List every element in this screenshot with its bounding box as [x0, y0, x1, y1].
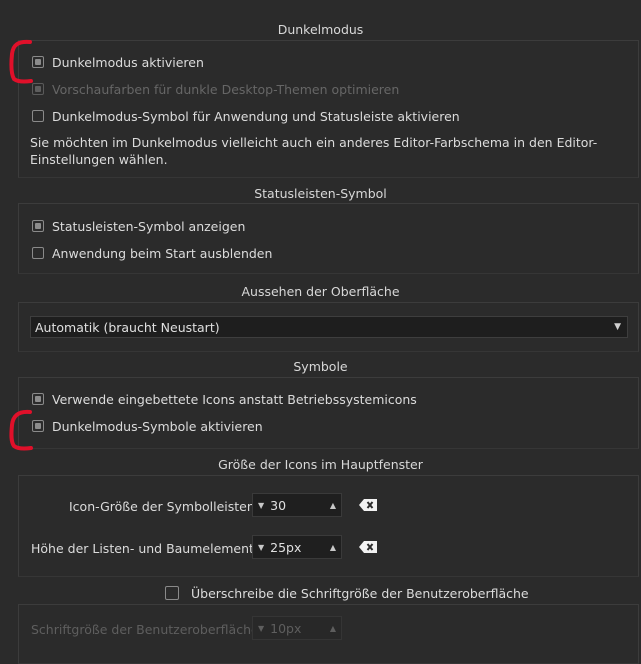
group-title-symbols: Symbole: [293, 359, 348, 374]
font-size-spinbox: ▼ 10px ▲: [252, 616, 342, 640]
group-title-appearance: Aussehen der Oberfläche: [241, 284, 400, 299]
checkbox-label: Dunkelmodus-Symbole aktivieren: [52, 418, 263, 434]
checkbox-show-statusbar-icon[interactable]: Statusleisten-Symbol anzeigen: [32, 217, 245, 235]
checkbox-override-font-size[interactable]: Überschreibe die Schriftgröße der Benutz…: [165, 584, 529, 602]
spin-up-icon[interactable]: ▲: [330, 543, 336, 552]
spin-value: 25px: [270, 539, 302, 555]
checkbox-hide-on-start[interactable]: Anwendung beim Start ausblenden: [32, 244, 272, 262]
red-bracket-annotation: [9, 39, 33, 84]
checkbox-label: Anwendung beim Start ausblenden: [52, 245, 273, 261]
group-title-dark-mode: Dunkelmodus: [277, 22, 364, 37]
group-title-statusbar: Statusleisten-Symbol: [254, 186, 387, 201]
checkbox-label: Dunkelmodus-Symbol für Anwendung und Sta…: [52, 108, 460, 124]
red-bracket-annotation: [9, 409, 33, 451]
checkbox-optimize-preview-colors: Vorschaufarben für dunkle Desktop-Themen…: [32, 80, 399, 98]
clear-icon[interactable]: [358, 498, 378, 512]
group-title-icon-size: Größe der Icons im Hauptfenster: [218, 457, 423, 472]
checkbox-icon[interactable]: [32, 393, 44, 405]
spin-up-icon[interactable]: ▲: [330, 501, 336, 510]
spin-down-icon[interactable]: ▼: [258, 501, 264, 510]
checkbox-label: Vorschaufarben für dunkle Desktop-Themen…: [52, 81, 400, 97]
checkbox-embedded-icons[interactable]: Verwende eingebettete Icons anstatt Betr…: [32, 390, 417, 408]
toolbar-icon-size-spinbox[interactable]: ▼ 30 ▲: [252, 493, 342, 517]
list-item-height-spinbox[interactable]: ▼ 25px ▲: [252, 535, 342, 559]
spin-down-icon: ▼: [258, 623, 265, 633]
group-statusbar: [18, 203, 639, 274]
checkbox-dark-mode-symbols[interactable]: Dunkelmodus-Symbole aktivieren: [32, 417, 263, 435]
appearance-select[interactable]: Automatik (braucht Neustart) ▼: [30, 316, 628, 338]
checkbox-label: Statusleisten-Symbol anzeigen: [52, 218, 246, 234]
spin-value: 30: [270, 497, 287, 513]
dark-mode-note: Sie möchten im Dunkelmodus vielleicht au…: [30, 135, 598, 167]
font-size-label: Schriftgröße der Benutzeroberfläche:: [31, 622, 263, 637]
group-icon-size: [18, 475, 639, 577]
checkbox-dark-mode-symbol[interactable]: Dunkelmodus-Symbol für Anwendung und Sta…: [32, 107, 460, 125]
checkbox-label: Dunkelmodus aktivieren: [52, 54, 204, 70]
checkbox-label: Überschreibe die Schriftgröße der Benutz…: [191, 585, 529, 601]
spin-up-icon: ▲: [329, 623, 336, 633]
checkbox-icon[interactable]: [32, 247, 44, 259]
checkbox-icon[interactable]: [32, 110, 44, 122]
spin-value: 10px: [270, 620, 302, 636]
checkbox-icon[interactable]: [32, 220, 44, 232]
chevron-down-icon[interactable]: ▼: [614, 322, 621, 332]
appearance-select-value: Automatik (braucht Neustart): [35, 319, 220, 335]
checkbox-icon: [32, 83, 44, 95]
spin-down-icon[interactable]: ▼: [258, 543, 264, 552]
list-item-height-label: Höhe der Listen- und Baumelemente:: [31, 541, 266, 556]
toolbar-icon-size-label: Icon-Größe der Symbolleisten:: [69, 499, 260, 514]
group-symbols: [18, 377, 639, 449]
checkbox-enable-dark-mode[interactable]: Dunkelmodus aktivieren: [32, 53, 204, 71]
clear-icon[interactable]: [358, 540, 378, 554]
checkbox-icon[interactable]: [165, 586, 179, 600]
checkbox-label: Verwende eingebettete Icons anstatt Betr…: [52, 391, 417, 407]
